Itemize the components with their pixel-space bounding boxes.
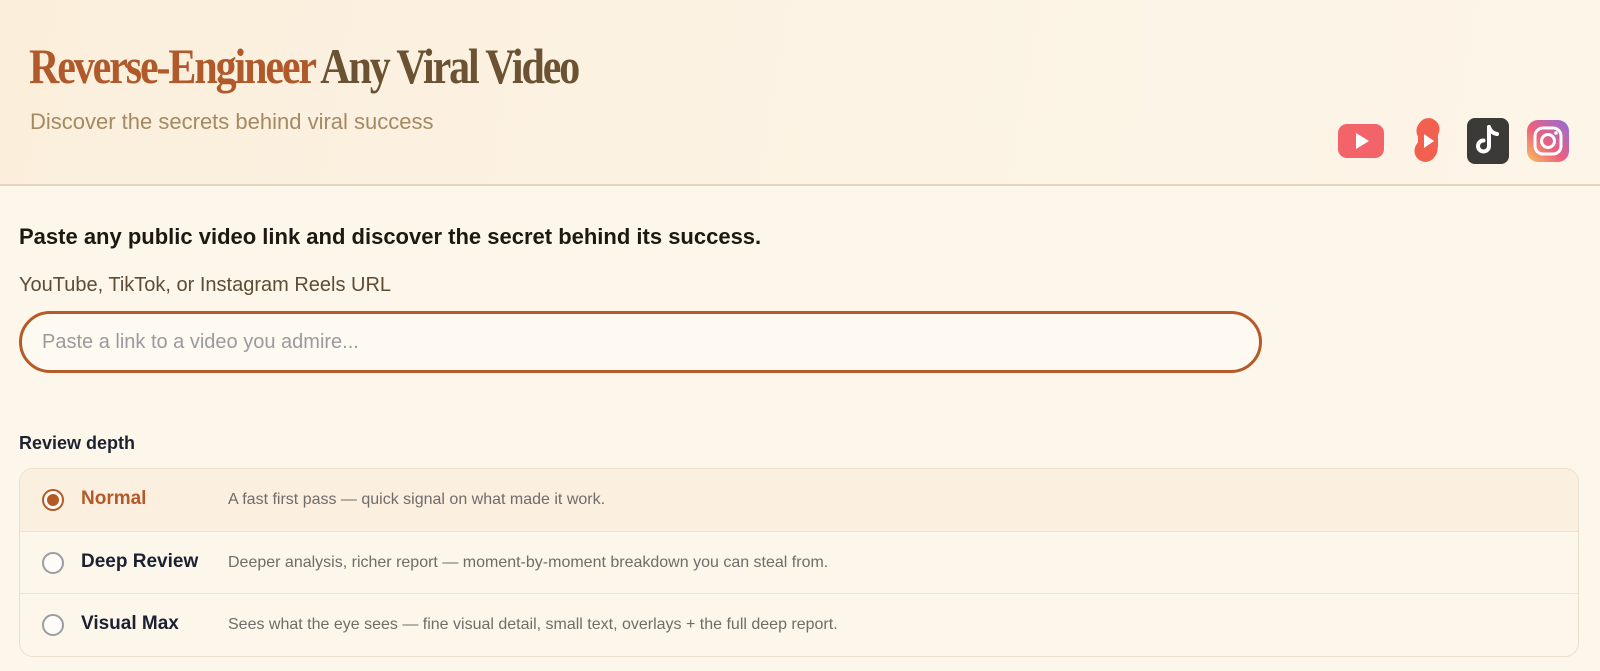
youtube-shorts-icon bbox=[1414, 118, 1440, 162]
option-name: Visual Max bbox=[81, 613, 179, 634]
instagram-icon bbox=[1527, 120, 1569, 162]
review-depth-heading: Review depth bbox=[19, 433, 136, 453]
url-field-label: YouTube, TikTok, or Instagram Reels URL bbox=[19, 274, 392, 296]
review-depth-options: Normal A fast first pass — quick signal … bbox=[19, 468, 1579, 657]
youtube-icon bbox=[1338, 124, 1384, 158]
option-description: A fast first pass — quick signal on what… bbox=[228, 491, 606, 508]
option-description: Deeper analysis, richer report — moment-… bbox=[228, 554, 829, 571]
review-option-normal[interactable]: Normal A fast first pass — quick signal … bbox=[20, 469, 1578, 531]
title-rest: Any Viral Video bbox=[320, 38, 580, 94]
page-header: Reverse-Engineer Any Viral Video Discove… bbox=[0, 0, 1600, 186]
video-url-input[interactable] bbox=[19, 311, 1262, 373]
tiktok-icon bbox=[1467, 118, 1509, 164]
radio-deep-review[interactable] bbox=[42, 552, 64, 574]
option-name: Deep Review bbox=[81, 551, 199, 572]
review-option-visual-max[interactable]: Visual Max Sees what the eye sees — fine… bbox=[20, 593, 1578, 655]
radio-normal[interactable] bbox=[42, 489, 64, 511]
radio-visual-max[interactable] bbox=[42, 614, 64, 636]
option-name: Normal bbox=[81, 488, 147, 509]
title-accent: Reverse-Engineer bbox=[29, 38, 316, 94]
review-option-deep-review[interactable]: Deep Review Deeper analysis, richer repo… bbox=[20, 531, 1578, 593]
option-description: Sees what the eye sees — fine visual det… bbox=[228, 616, 838, 633]
page-title: Reverse-Engineer Any Viral Video bbox=[29, 36, 580, 96]
intro-text: Paste any public video link and discover… bbox=[19, 224, 762, 249]
page-subtitle: Discover the secrets behind viral succes… bbox=[30, 109, 434, 134]
